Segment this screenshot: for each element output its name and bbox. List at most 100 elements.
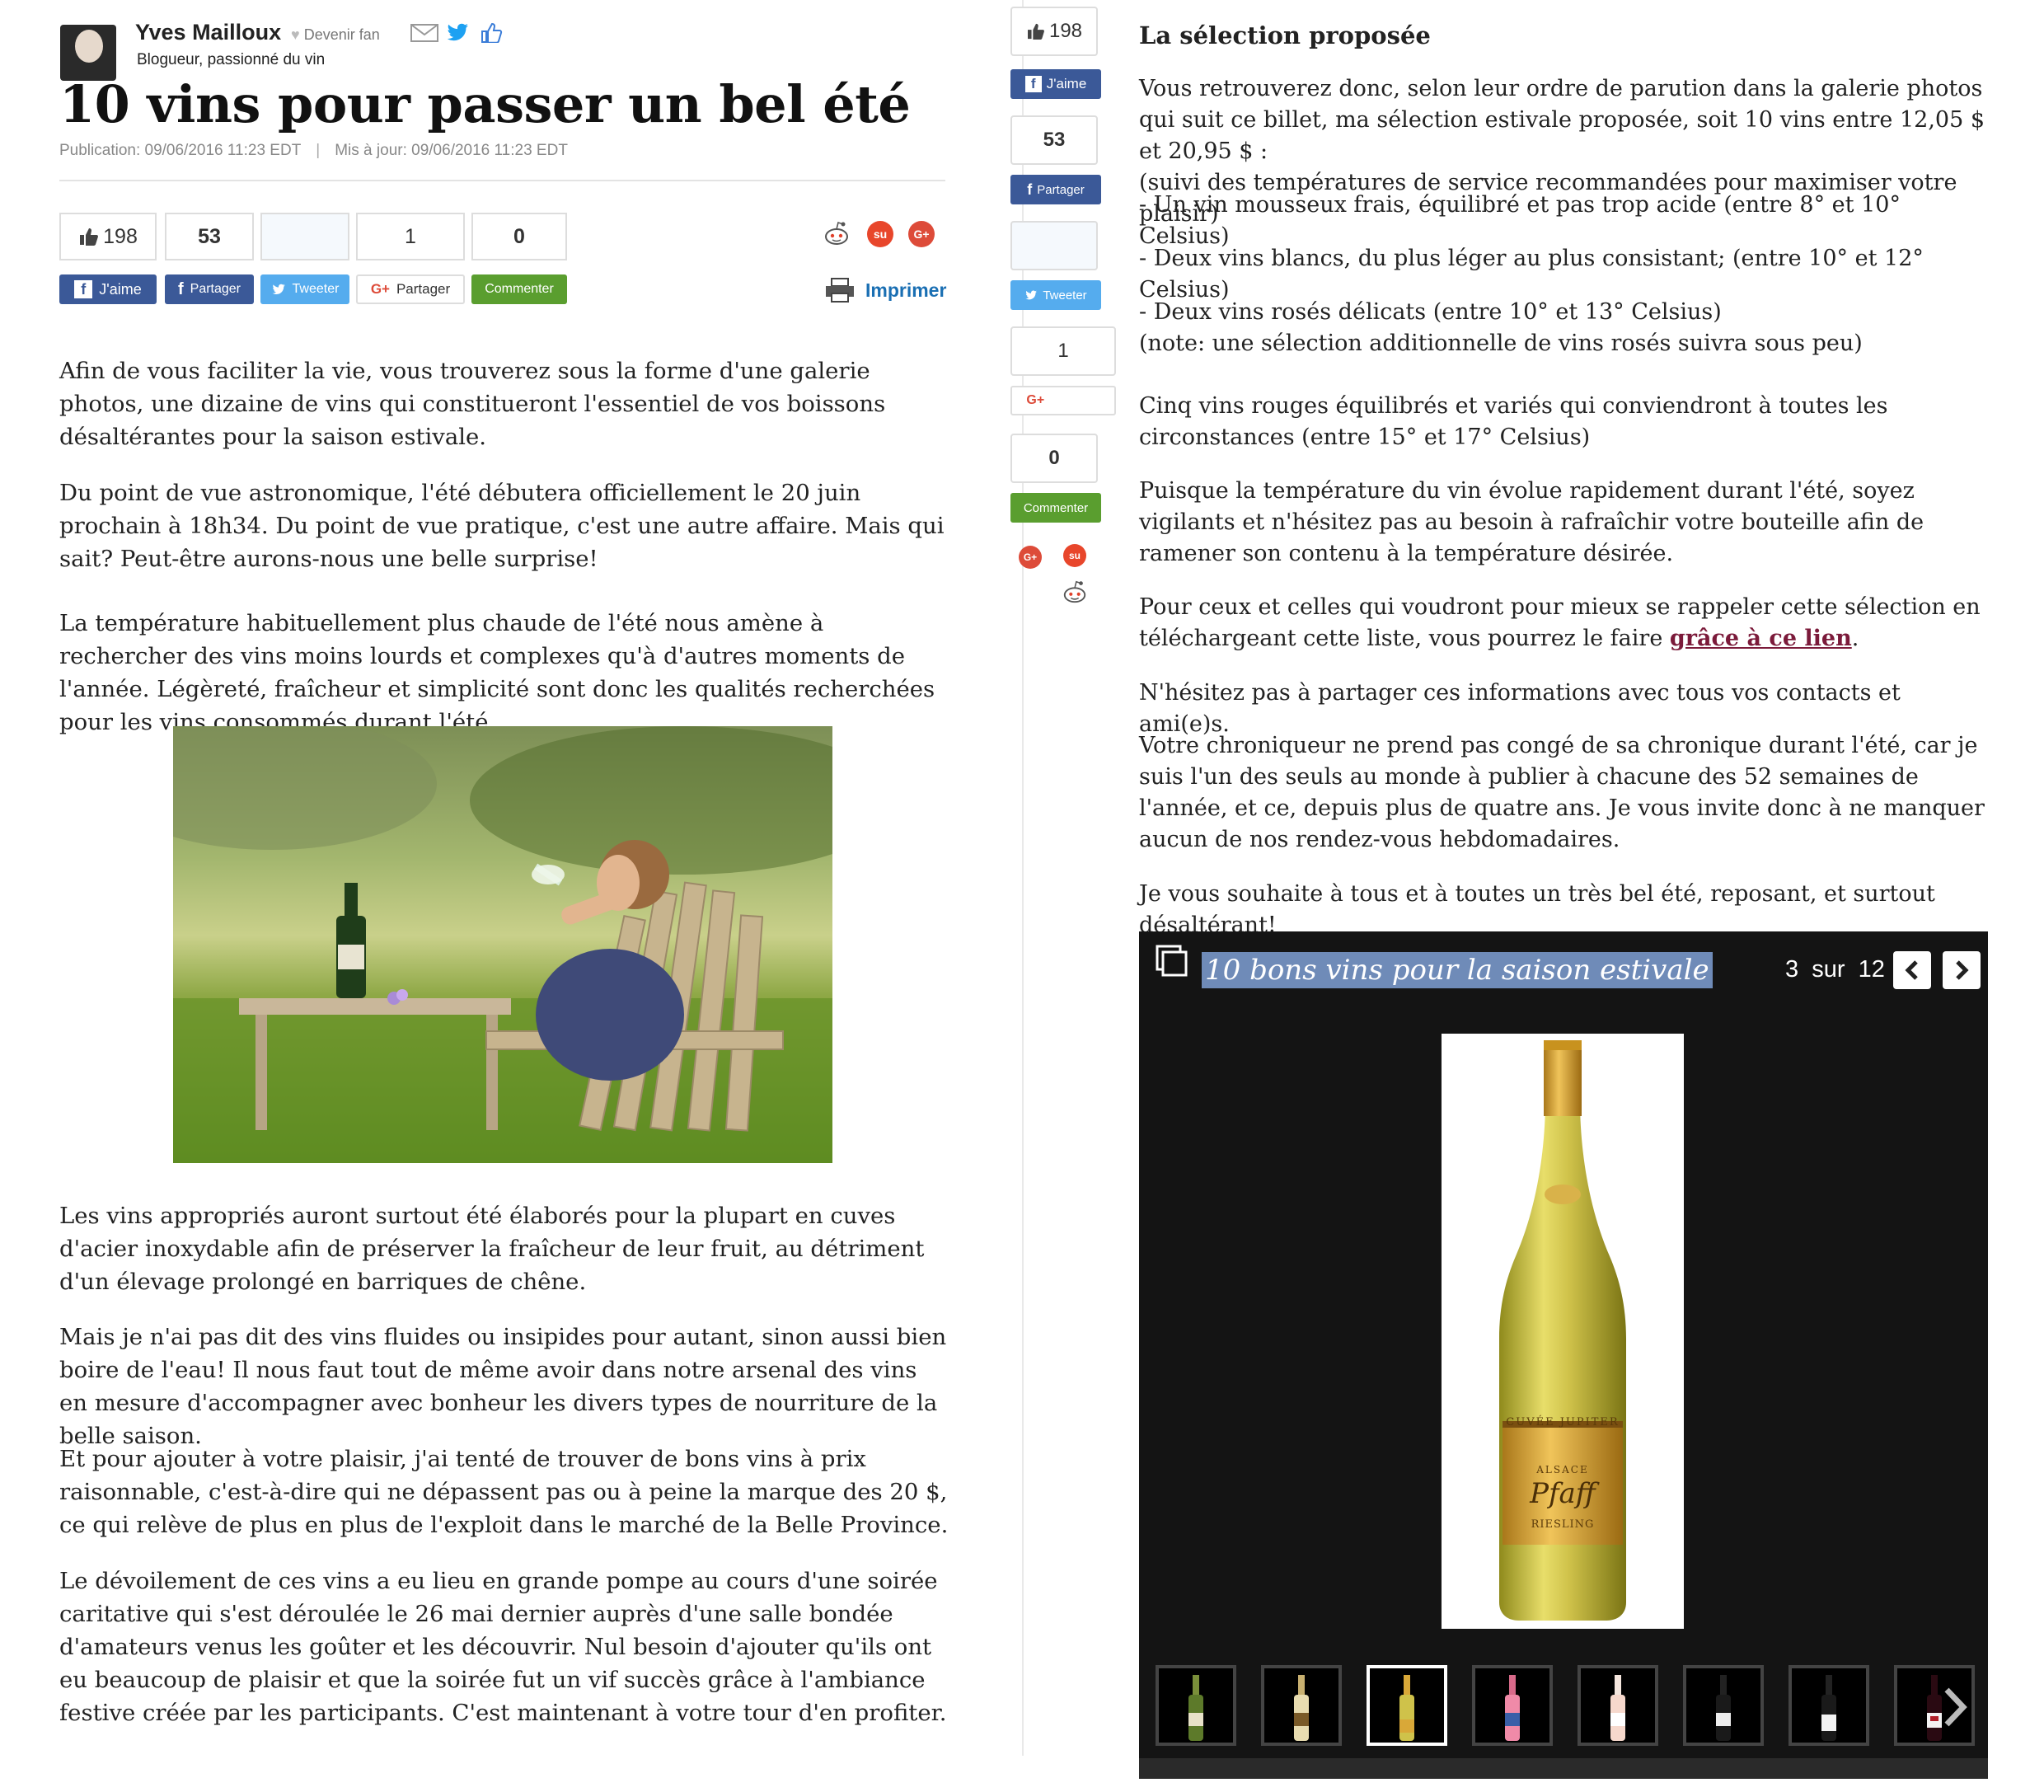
gallery-thumbnail[interactable] bbox=[1261, 1665, 1342, 1746]
paragraph-text: Vous retrouverez donc, selon leur ordre … bbox=[1139, 76, 1985, 164]
divider bbox=[59, 180, 945, 181]
facebook-count-box: 53 bbox=[165, 213, 254, 260]
facebook-count-box: 53 bbox=[1010, 115, 1098, 165]
googleplus-share-label: Partager bbox=[1049, 393, 1100, 407]
facebook-icon: f bbox=[1024, 76, 1042, 92]
twitter-icon bbox=[1025, 289, 1038, 299]
chevron-right-icon bbox=[1956, 960, 1969, 980]
stumbleupon-icon[interactable]: su bbox=[1063, 544, 1086, 567]
facebook-icon: f bbox=[1027, 181, 1033, 198]
become-fan-label: Devenir fan bbox=[303, 26, 380, 43]
facebook-like-button[interactable]: f J'aime bbox=[1010, 69, 1101, 99]
paragraph: Et pour ajouter à votre plaisir, j'ai te… bbox=[59, 1446, 949, 1538]
bottle-label-brand: Pfaff bbox=[1530, 1477, 1596, 1510]
paragraph: Afin de vous faciliter la vie, vous trou… bbox=[59, 358, 886, 450]
author-social-icons bbox=[410, 22, 504, 44]
article-headline: 10 vins pour passer un bel été bbox=[59, 74, 911, 134]
googleplus-icon[interactable]: G+ bbox=[1019, 546, 1042, 569]
reddit-icon[interactable] bbox=[823, 219, 851, 247]
paragraph: Puisque la température du vin évolue rap… bbox=[1139, 478, 1924, 566]
paragraph-text: - Deux vins rosés délicats (entre 10° et… bbox=[1139, 299, 1722, 325]
gallery-thumbnail[interactable] bbox=[1683, 1665, 1764, 1746]
chevron-left-icon bbox=[1905, 960, 1918, 980]
reddit-icon[interactable] bbox=[1062, 579, 1088, 605]
facebook-icon: f bbox=[177, 279, 184, 298]
googleplus-count: 1 bbox=[1057, 340, 1069, 362]
facebook-like-button[interactable]: f J'aime bbox=[59, 274, 157, 304]
chevron-right-icon bbox=[1944, 1687, 1967, 1727]
gallery-footer-bar bbox=[1139, 1758, 1988, 1779]
paragraph: Votre chroniqueur ne prend pas congé de … bbox=[1139, 733, 1985, 852]
gallery-current-index: 3 bbox=[1785, 956, 1799, 983]
gallery-next-button[interactable] bbox=[1943, 951, 1981, 989]
facebook-icon: f bbox=[74, 280, 93, 298]
paragraph: Le dévoilement de ces vins a eu lieu en … bbox=[59, 1568, 947, 1726]
tweet-count-box bbox=[1010, 221, 1098, 270]
gallery-thumbnail[interactable] bbox=[1788, 1665, 1869, 1746]
update-date: Mis à jour: 09/06/2016 11:23 EDT bbox=[335, 142, 568, 159]
googleplus-icon[interactable]: G+ bbox=[908, 221, 935, 247]
like-label: J'aime bbox=[99, 280, 142, 298]
like-count-box: 198 bbox=[59, 213, 157, 260]
facebook-share-button[interactable]: f Partager bbox=[1010, 175, 1101, 204]
tweet-button[interactable]: Tweeter bbox=[260, 274, 349, 304]
thumbs-up-icon bbox=[1027, 23, 1044, 40]
thumbs-up-icon bbox=[80, 228, 99, 246]
thumbnail-scroll-right-button[interactable] bbox=[1939, 1686, 1971, 1728]
like-label: J'aime bbox=[1046, 76, 1087, 91]
printer-icon bbox=[826, 278, 854, 303]
googleplus-share-button[interactable]: G+ Partager bbox=[1010, 386, 1116, 415]
comment-count-box: 0 bbox=[471, 213, 567, 260]
googleplus-count-box: 1 bbox=[356, 213, 465, 260]
googleplus-icon: G+ bbox=[1026, 393, 1045, 407]
gallery-thumbnail[interactable] bbox=[1472, 1665, 1553, 1746]
like-count: 198 bbox=[1048, 20, 1083, 42]
twitter-icon[interactable] bbox=[445, 23, 470, 43]
twitter-icon bbox=[272, 284, 285, 294]
bottle-label-cuvee: CUVÉE JUPITER bbox=[1506, 1416, 1620, 1428]
thumbs-up-icon[interactable] bbox=[480, 22, 504, 44]
gallery-title[interactable]: 10 bons vins pour la saison estivale bbox=[1202, 952, 1713, 988]
article-photo-woman-drinking-wine bbox=[173, 726, 832, 1163]
facebook-share-button[interactable]: f Partager bbox=[165, 274, 254, 304]
gallery-prev-button[interactable] bbox=[1893, 951, 1931, 989]
comment-count: 0 bbox=[513, 224, 525, 248]
gallery-of-label: sur bbox=[1812, 956, 1845, 983]
gallery-counter: 3 sur 12 bbox=[1785, 956, 1885, 983]
email-icon[interactable] bbox=[410, 23, 438, 43]
paragraph-text: (note: une sélection additionnelle de vi… bbox=[1139, 331, 1863, 356]
heart-icon: ♥ bbox=[291, 26, 300, 43]
paragraph: Les vins appropriés auront surtout été é… bbox=[59, 1203, 925, 1295]
comment-count: 0 bbox=[1048, 447, 1060, 469]
stumbleupon-icon[interactable]: su bbox=[867, 221, 893, 247]
paragraph: Du point de vue astronomique, l'été débu… bbox=[59, 480, 945, 572]
gallery-thumbnail[interactable] bbox=[1578, 1665, 1658, 1746]
comment-button[interactable]: Commenter bbox=[471, 274, 567, 304]
download-list-link[interactable]: grâce à ce lien bbox=[1670, 626, 1852, 651]
bottle-label-variety: RIESLING bbox=[1531, 1518, 1595, 1531]
author-name[interactable]: Yves Mailloux bbox=[135, 20, 281, 45]
googleplus-icon: G+ bbox=[370, 281, 390, 297]
paragraph: La température habituellement plus chaud… bbox=[59, 610, 935, 735]
print-label: Imprimer bbox=[865, 279, 947, 301]
publication-date: Publication: 09/06/2016 11:23 EDT bbox=[59, 142, 302, 159]
gallery-thumbnail-active[interactable] bbox=[1367, 1665, 1447, 1746]
tweet-button[interactable]: Tweeter bbox=[1010, 280, 1101, 310]
gallery-main-image-riesling-bottle bbox=[1442, 1034, 1684, 1629]
author-avatar[interactable] bbox=[60, 25, 116, 81]
article-meta: Publication: 09/06/2016 11:23 EDT | Mis à … bbox=[59, 142, 568, 159]
comment-button[interactable]: Commenter bbox=[1010, 493, 1101, 523]
comment-label: Commenter bbox=[1023, 500, 1089, 515]
googleplus-share-button[interactable]: G+ Partager bbox=[356, 274, 465, 304]
become-fan-link[interactable]: ♥ Devenir fan bbox=[291, 26, 380, 44]
paragraph: Cinq vins rouges équilibrés et variés qu… bbox=[1139, 393, 1888, 450]
paragraph: - Deux vins rosés délicats (entre 10° et… bbox=[1139, 297, 1988, 359]
like-count-box: 198 bbox=[1010, 7, 1098, 56]
print-button[interactable]: Imprimer bbox=[824, 277, 946, 303]
googleplus-share-label: Partager bbox=[396, 281, 451, 297]
googleplus-count: 1 bbox=[405, 224, 416, 248]
tweet-label: Tweeter bbox=[1043, 288, 1087, 303]
gallery-thumbnail[interactable] bbox=[1156, 1665, 1236, 1746]
section-heading: La sélection proposée bbox=[1139, 21, 1431, 49]
like-count: 198 bbox=[103, 224, 138, 248]
